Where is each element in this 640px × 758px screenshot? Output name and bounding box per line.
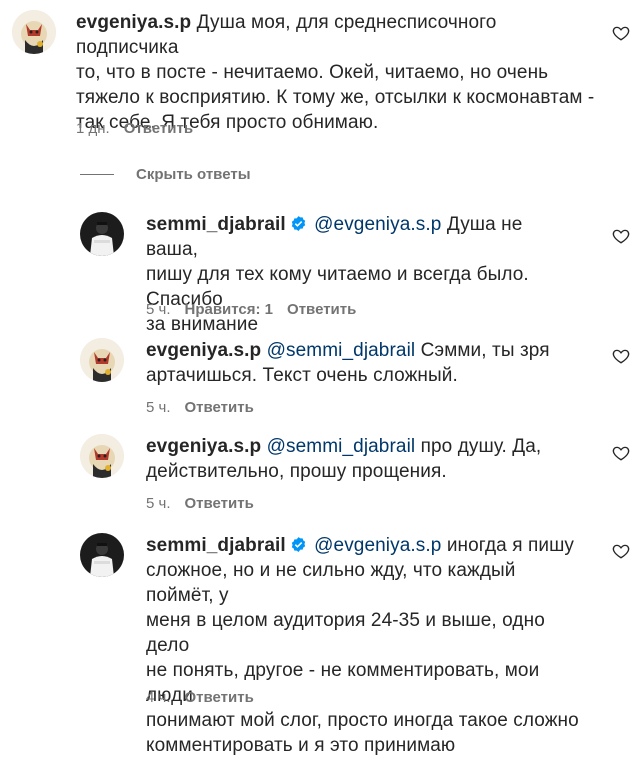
hide-replies-divider <box>80 174 114 175</box>
comment-text-line: артачишься. Текст очень сложный. <box>146 365 458 386</box>
comment-text-line: Сэмми, ты зря <box>420 340 550 361</box>
comment-timestamp[interactable]: 1 дн. <box>76 120 110 137</box>
comment-body: evgeniya.s.p @semmi_djabrail про душу. Д… <box>146 434 576 484</box>
reply-2: evgeniya.s.p @semmi_djabrail Сэмми, ты з… <box>80 338 576 388</box>
comment-username[interactable]: evgeniya.s.p <box>76 12 191 33</box>
hide-replies-button[interactable]: Скрыть ответы <box>80 166 251 183</box>
comment-mention[interactable]: @evgeniya.s.p <box>314 535 441 556</box>
comment-meta: 5 ч. Ответить <box>146 399 254 416</box>
heart-outline-icon[interactable] <box>612 347 630 365</box>
heart-outline-icon[interactable] <box>612 444 630 462</box>
reply-button[interactable]: Ответить <box>185 399 254 416</box>
heart-outline-icon[interactable] <box>612 24 630 42</box>
comment-meta: 4 ч. Ответить <box>146 689 254 706</box>
hide-replies-label: Скрыть ответы <box>136 166 251 183</box>
avatar-evgeniya[interactable] <box>80 338 124 382</box>
verified-badge-icon <box>291 216 305 231</box>
avatar-evgeniya[interactable] <box>80 434 124 478</box>
comment-username[interactable]: semmi_djabrail <box>146 214 286 235</box>
comment-text-line: иногда я пишу <box>446 535 575 556</box>
reply-button[interactable]: Ответить <box>287 301 356 318</box>
avatar-semmi[interactable] <box>80 212 124 256</box>
avatar-semmi[interactable] <box>80 533 124 577</box>
comment-text-line: понимают мой слог, просто иногда такое с… <box>146 710 579 731</box>
reply-button[interactable]: Ответить <box>124 120 193 137</box>
comment-timestamp[interactable]: 5 ч. <box>146 495 171 512</box>
comment-username[interactable]: evgeniya.s.p <box>146 340 261 361</box>
comment-timestamp[interactable]: 4 ч. <box>146 689 171 706</box>
likes-count[interactable]: Нравится: 1 <box>185 301 274 318</box>
comment-timestamp[interactable]: 5 ч. <box>146 301 171 318</box>
comment-text-line: действительно, прошу прощения. <box>146 461 447 482</box>
comment-text-line: то, что в посте - нечитаемо. Окей, читае… <box>76 62 549 83</box>
avatar-evgeniya[interactable] <box>12 10 56 54</box>
comment-meta: 5 ч. Нравится: 1 Ответить <box>146 301 356 318</box>
reply-4: semmi_djabrail @evgeniya.s.p иногда я пи… <box>80 533 586 758</box>
comment-meta: 5 ч. Ответить <box>146 495 254 512</box>
comment-text-line: про душу. Да, <box>420 436 542 457</box>
comment-mention[interactable]: @semmi_djabrail <box>267 340 416 361</box>
comment-body: evgeniya.s.p Душа моя, для среднесписочн… <box>76 10 596 135</box>
comment-0: evgeniya.s.p Душа моя, для среднесписочн… <box>12 10 596 135</box>
comment-body: evgeniya.s.p @semmi_djabrail Сэмми, ты з… <box>146 338 576 388</box>
avatar-photo <box>80 212 124 256</box>
reply-3: evgeniya.s.p @semmi_djabrail про душу. Д… <box>80 434 576 484</box>
comment-username[interactable]: evgeniya.s.p <box>146 436 261 457</box>
avatar-cat-illustration <box>80 434 124 478</box>
comment-body: semmi_djabrail @evgeniya.s.p Душа не ваш… <box>146 212 576 337</box>
comment-username[interactable]: semmi_djabrail <box>146 535 286 556</box>
reply-button[interactable]: Ответить <box>185 495 254 512</box>
comment-mention[interactable]: @semmi_djabrail <box>267 436 416 457</box>
avatar-photo <box>80 533 124 577</box>
avatar-cat-illustration <box>12 10 56 54</box>
comment-text-line: комментировать и я это принимаю <box>146 735 456 756</box>
comment-meta: 1 дн. Ответить <box>76 120 193 137</box>
heart-outline-icon[interactable] <box>612 227 630 245</box>
reply-1: semmi_djabrail @evgeniya.s.p Душа не ваш… <box>80 212 576 337</box>
comment-timestamp[interactable]: 5 ч. <box>146 399 171 416</box>
comment-text-line: тяжело к восприятию. К тому же, отсылки … <box>76 87 595 108</box>
avatar-cat-illustration <box>80 338 124 382</box>
verified-badge-icon <box>291 537 305 552</box>
heart-outline-icon[interactable] <box>612 542 630 560</box>
comment-body: semmi_djabrail @evgeniya.s.p иногда я пи… <box>146 533 586 758</box>
comment-text-line: сложное, но и не сильно жду, что каждый … <box>146 560 516 606</box>
reply-button[interactable]: Ответить <box>185 689 254 706</box>
comment-text-line: меня в целом аудитория 24-35 и выше, одн… <box>146 610 545 656</box>
comment-mention[interactable]: @evgeniya.s.p <box>314 214 441 235</box>
